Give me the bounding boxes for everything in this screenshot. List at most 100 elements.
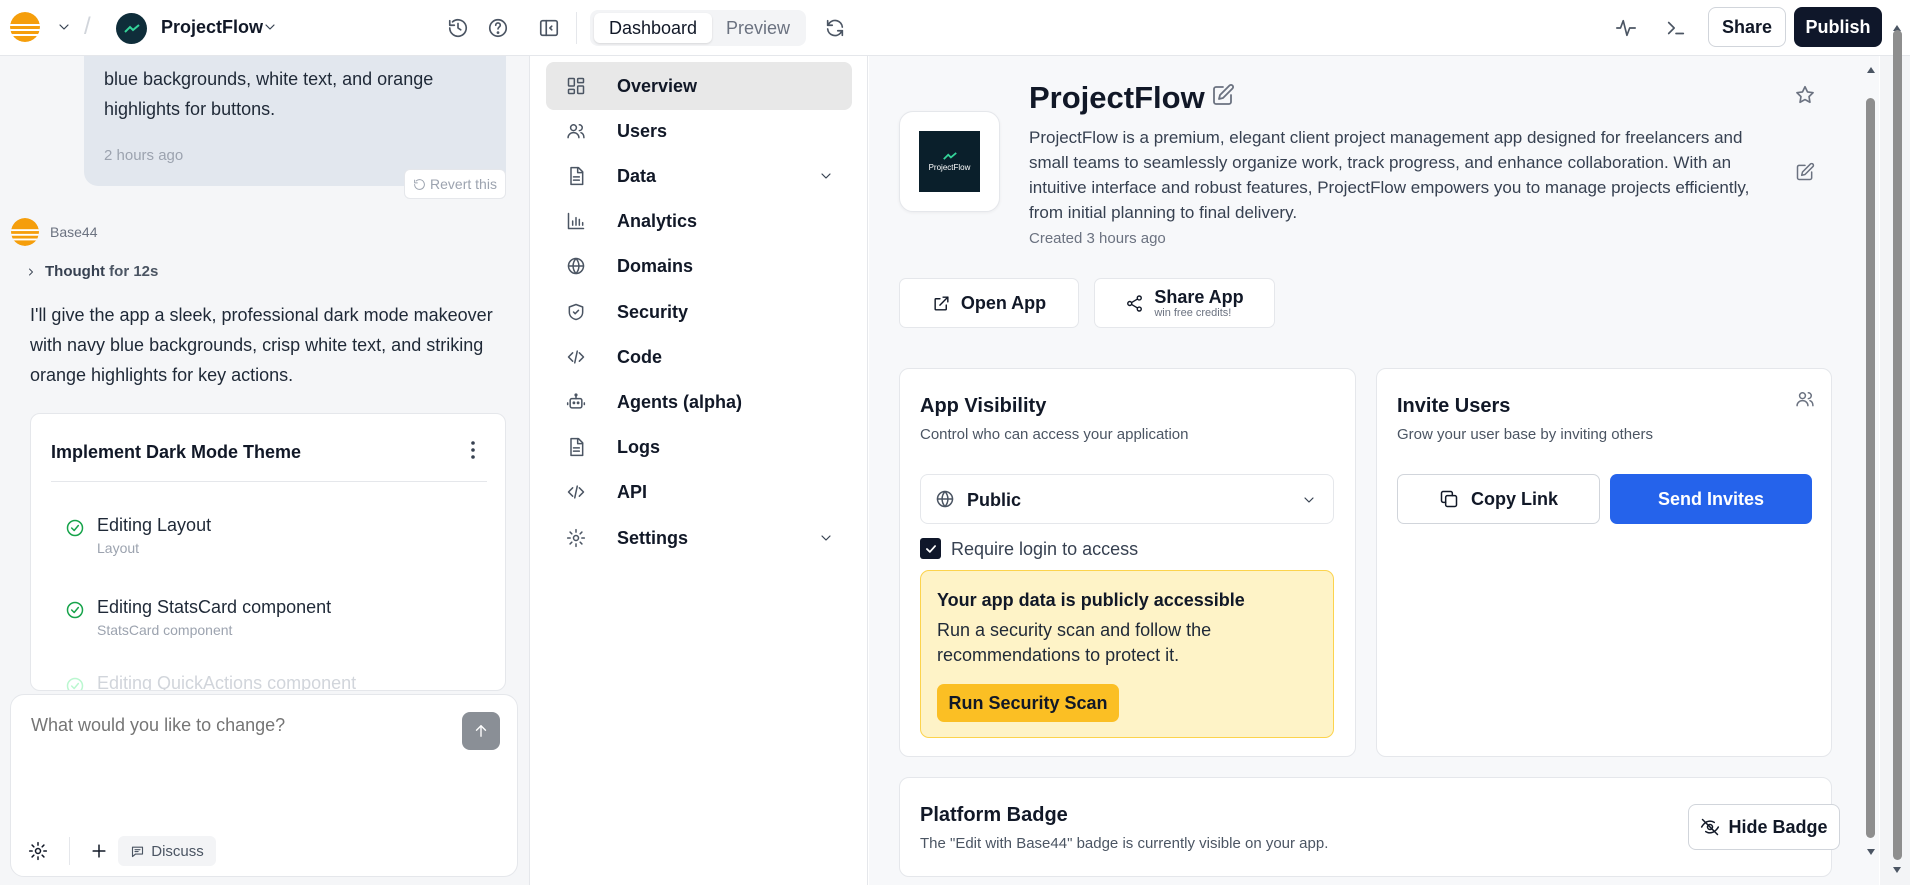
- nav-label: Security: [617, 301, 689, 322]
- share-icon: [1125, 294, 1144, 313]
- star-icon[interactable]: [1794, 84, 1816, 106]
- nav-label: Overview: [617, 75, 698, 96]
- send-invites-button[interactable]: Send Invites: [1610, 474, 1812, 524]
- app-title: ProjectFlow: [1029, 80, 1205, 115]
- project-name[interactable]: ProjectFlow: [161, 17, 263, 38]
- nav-label: Analytics: [617, 210, 698, 231]
- nav-item-code[interactable]: Code: [546, 333, 852, 381]
- more-vertical-icon[interactable]: [463, 438, 483, 462]
- project-avatar[interactable]: [116, 13, 147, 44]
- tab-preview[interactable]: Preview: [714, 13, 802, 43]
- chat-input[interactable]: [31, 715, 451, 736]
- outer-scroll-down-icon[interactable]: [1892, 866, 1902, 874]
- overview-main: ProjectFlow ProjectFlow ProjectFlow is a…: [869, 56, 1879, 885]
- revert-icon: [413, 178, 426, 191]
- check-icon: [924, 542, 938, 556]
- nav-item-security[interactable]: Security: [546, 288, 852, 336]
- thought-toggle[interactable]: Thought for 12s: [25, 263, 158, 280]
- nav-label: Domains: [617, 255, 694, 276]
- discuss-button[interactable]: Discuss: [118, 836, 216, 866]
- grid-icon: [566, 76, 586, 96]
- run-security-scan-button[interactable]: Run Security Scan: [937, 684, 1119, 722]
- app-icon-container[interactable]: ProjectFlow: [899, 111, 1000, 212]
- check-circle-icon: [65, 518, 85, 538]
- share-app-label: Share App: [1154, 287, 1244, 307]
- hide-badge-button[interactable]: Hide Badge: [1688, 804, 1840, 850]
- nav-label: Data: [617, 165, 657, 186]
- activity-icon[interactable]: [1614, 17, 1638, 39]
- terminal-icon[interactable]: [1664, 17, 1688, 39]
- chevron-down-icon: [818, 530, 834, 546]
- nav-label: Code: [617, 346, 662, 367]
- share-app-button[interactable]: Share App win free credits!: [1094, 278, 1275, 328]
- project-chevron-down-icon[interactable]: [262, 19, 278, 35]
- edit-description-icon[interactable]: [1795, 162, 1815, 182]
- eye-off-icon: [1700, 817, 1720, 837]
- nav-item-overview[interactable]: Overview: [546, 62, 852, 110]
- copy-icon: [1439, 489, 1459, 509]
- app-description: ProjectFlow is a premium, elegant client…: [1029, 128, 1750, 222]
- nav-item-logs[interactable]: Logs: [546, 423, 852, 471]
- nav-item-api[interactable]: API: [546, 468, 852, 516]
- dashboard-nav: Overview Users Data Analytics Domains Se…: [531, 56, 868, 885]
- outer-scrollbar-thumb[interactable]: [1893, 30, 1902, 860]
- check-circle-icon: [65, 600, 85, 620]
- history-icon[interactable]: [447, 17, 469, 39]
- tab-dashboard[interactable]: Dashboard: [594, 13, 712, 43]
- task-item-title: Editing Layout: [97, 515, 212, 535]
- copy-link-label: Copy Link: [1470, 488, 1558, 509]
- open-app-button[interactable]: Open App: [899, 278, 1079, 328]
- code-icon: [566, 347, 586, 367]
- visibility-subtitle: Control who can access your application: [920, 426, 1189, 443]
- thought-duration: for 12s: [109, 263, 159, 280]
- publish-button[interactable]: Publish: [1794, 7, 1882, 47]
- nav-item-settings[interactable]: Settings: [546, 514, 852, 562]
- main-scrollbar-thumb[interactable]: [1866, 98, 1875, 838]
- share-button[interactable]: Share: [1708, 7, 1786, 47]
- workspace-chevron-down-icon[interactable]: [56, 19, 72, 35]
- visibility-select[interactable]: Public: [920, 474, 1334, 524]
- task-title: Implement Dark Mode Theme: [51, 442, 302, 462]
- security-warning: Your app data is publicly accessible Run…: [920, 570, 1334, 738]
- users-icon: [566, 121, 586, 141]
- check-circle-icon: [65, 676, 85, 690]
- toolbar-divider: [576, 12, 577, 44]
- base44-logo[interactable]: [10, 12, 40, 42]
- copy-link-button[interactable]: Copy Link: [1397, 474, 1600, 524]
- scroll-up-icon[interactable]: [1866, 66, 1876, 74]
- refresh-icon[interactable]: [824, 17, 846, 39]
- share-app-subtitle: win free credits!: [1154, 307, 1232, 319]
- platform-badge-card: Platform Badge The "Edit with Base44" ba…: [899, 777, 1840, 877]
- chevron-right-icon: [25, 266, 37, 278]
- send-button[interactable]: [462, 712, 500, 750]
- nav-item-domains[interactable]: Domains: [546, 242, 852, 290]
- invite-title: Invite Users: [1397, 395, 1511, 417]
- nav-item-analytics[interactable]: Analytics: [546, 197, 852, 245]
- edit-title-icon[interactable]: [1211, 83, 1235, 107]
- nav-item-agents[interactable]: Agents (alpha): [546, 378, 852, 426]
- help-icon[interactable]: [487, 17, 509, 39]
- require-login-label[interactable]: Require login to access: [951, 539, 1138, 560]
- view-tabs: Dashboard Preview: [590, 10, 806, 46]
- badge-subtitle: The "Edit with Base44" badge is currentl…: [920, 835, 1329, 852]
- hide-badge-label: Hide Badge: [1728, 816, 1828, 837]
- plus-icon[interactable]: [89, 841, 109, 861]
- sidebar-toggle-icon[interactable]: [538, 17, 560, 39]
- gear-icon: [566, 528, 586, 548]
- assistant-reply: I'll give the app a sleek, professional …: [30, 305, 493, 385]
- chevron-down-icon: [818, 168, 834, 184]
- revert-label: Revert this: [430, 176, 497, 192]
- nav-label: Logs: [617, 436, 660, 457]
- nav-item-users[interactable]: Users: [546, 107, 852, 155]
- task-card: Implement Dark Mode Theme Editing Layout…: [30, 413, 506, 691]
- nav-item-data[interactable]: Data: [546, 152, 852, 200]
- chart-icon: [566, 211, 586, 231]
- gear-icon[interactable]: [28, 841, 48, 861]
- require-login-checkbox[interactable]: [920, 538, 941, 559]
- task-item-subtitle: Layout: [97, 540, 140, 556]
- bot-icon: [566, 392, 586, 412]
- created-timestamp: Created 3 hours ago: [1029, 230, 1166, 247]
- scroll-down-icon[interactable]: [1866, 848, 1876, 856]
- chat-panel: blue backgrounds, white text, and orange…: [0, 56, 530, 885]
- revert-button[interactable]: Revert this: [404, 169, 506, 199]
